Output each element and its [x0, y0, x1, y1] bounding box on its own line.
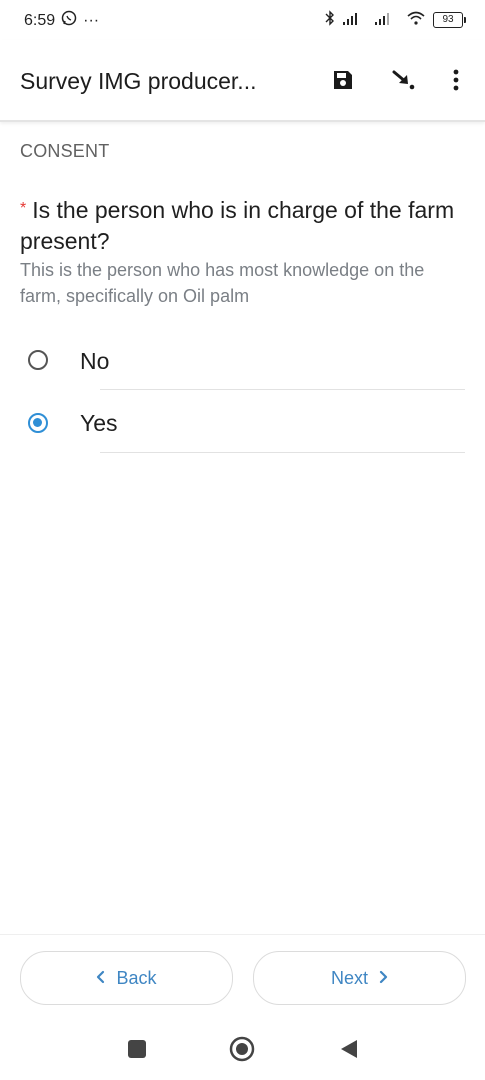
signal-icon-2: [375, 11, 399, 28]
recents-icon[interactable]: [124, 1036, 150, 1062]
notification-dots: ···: [83, 11, 100, 29]
question-text: * Is the person who is in charge of the f…: [20, 195, 460, 257]
status-bar: 6:59 ··· 93: [0, 0, 485, 40]
back-button[interactable]: Back: [20, 951, 233, 1005]
jump-to-icon[interactable]: [389, 66, 417, 94]
status-right: 93: [325, 10, 466, 29]
bluetooth-icon: [325, 10, 335, 29]
option-label-no: No: [80, 348, 110, 374]
chevron-left-icon: [96, 968, 106, 989]
more-options-icon[interactable]: [442, 66, 470, 94]
option-yes[interactable]: Yes: [0, 391, 485, 453]
wifi-icon: [407, 11, 425, 28]
app-bar: Survey IMG producer...: [0, 40, 485, 122]
status-time: 6:59: [24, 11, 56, 29]
question-hint: This is the person who has most knowledg…: [20, 260, 425, 306]
option-no[interactable]: No: [0, 329, 485, 391]
back-button-label: Back: [116, 967, 157, 988]
page-title: Survey IMG producer...: [20, 68, 257, 94]
group-label: CONSENT: [20, 141, 110, 161]
radio-yes[interactable]: [28, 413, 48, 433]
signal-icon: [343, 11, 367, 28]
question-label: Is the person who is in charge of the fa…: [20, 197, 455, 254]
option-label-yes: Yes: [80, 410, 118, 436]
whatsapp-icon: [61, 10, 77, 31]
required-marker: *: [20, 200, 27, 217]
chevron-right-icon: [378, 968, 388, 989]
battery-icon: 93: [433, 11, 466, 28]
system-nav-bar: [0, 1020, 485, 1080]
radio-no[interactable]: [28, 350, 48, 370]
option-divider: [100, 452, 465, 453]
option-divider: [100, 389, 465, 390]
save-icon[interactable]: [329, 66, 357, 94]
bottom-divider: [0, 934, 485, 935]
next-button-label: Next: [330, 967, 368, 988]
home-icon[interactable]: [229, 1036, 255, 1062]
next-button[interactable]: Next: [253, 951, 466, 1005]
status-left: 6:59 ···: [24, 10, 99, 31]
back-nav-icon[interactable]: [336, 1036, 362, 1062]
